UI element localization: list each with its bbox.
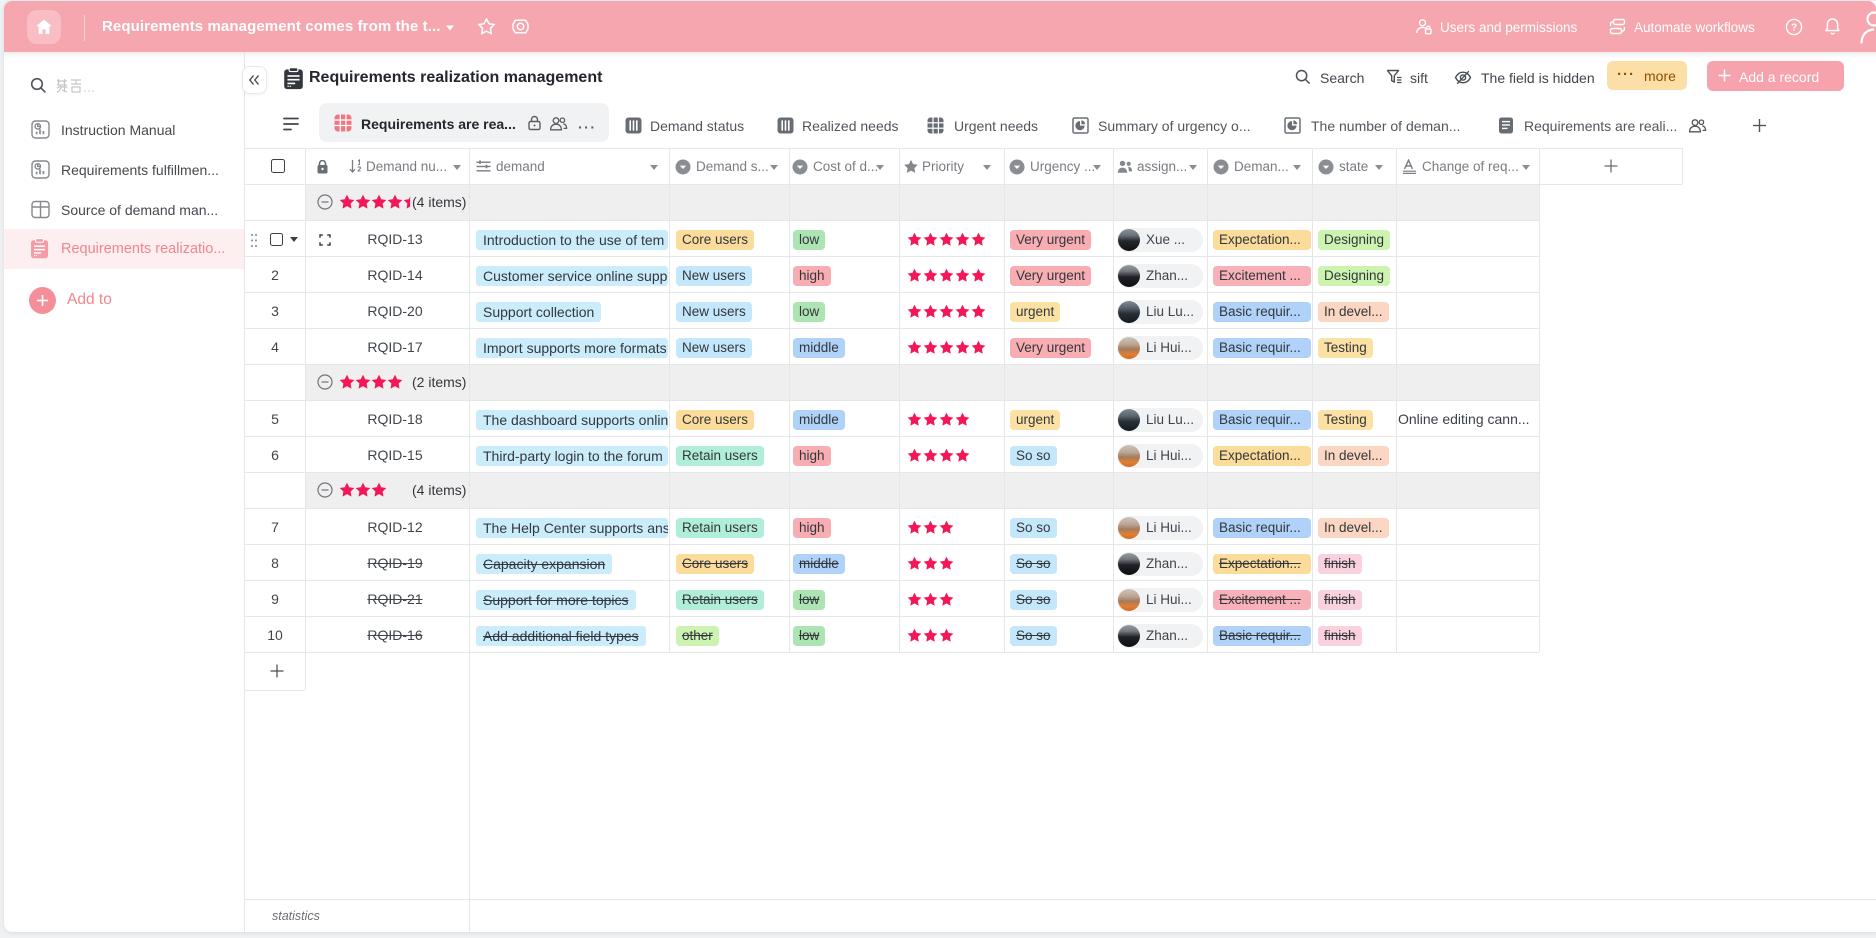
svg-text:?: ? xyxy=(1791,23,1797,34)
